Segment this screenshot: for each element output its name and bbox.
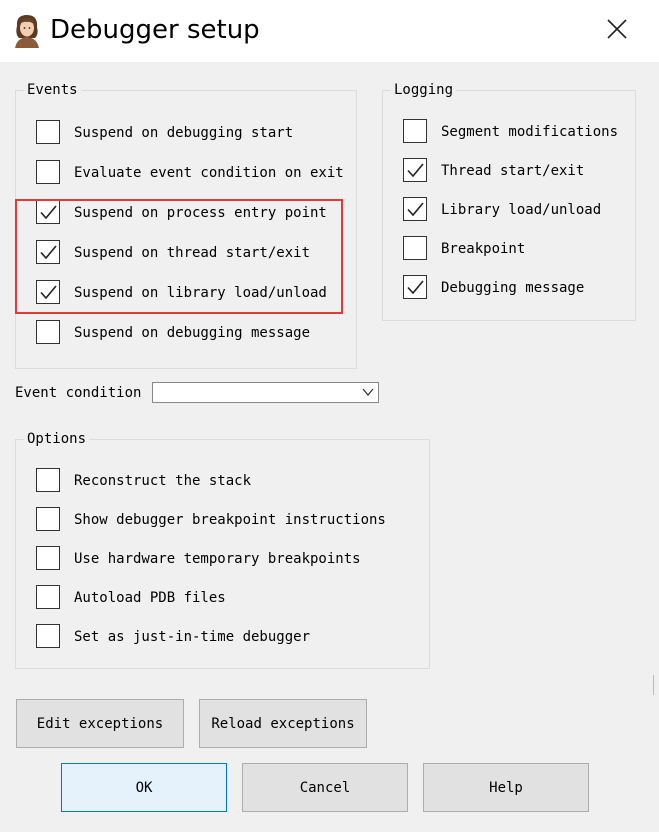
checkbox-label: Evaluate event condition on exit <box>74 165 344 181</box>
checkbox[interactable] <box>403 275 427 299</box>
checkbox-label: Segment modifications <box>441 124 619 140</box>
checkbox[interactable] <box>36 585 60 609</box>
event-suspend-debugging-message[interactable]: Suspend on debugging message <box>36 320 336 346</box>
event-condition-label: Event condition <box>15 385 142 401</box>
checkmark-icon <box>407 280 424 295</box>
logging-segment-modifications[interactable]: Segment modifications <box>403 119 628 145</box>
logging-debugging-message[interactable]: Debugging message <box>403 275 628 301</box>
checkbox[interactable] <box>36 160 60 184</box>
checkbox-label: Debugging message <box>441 280 585 296</box>
highlight-box <box>15 199 343 314</box>
checkmark-icon <box>407 163 424 178</box>
option-jit-debugger[interactable]: Set as just-in-time debugger <box>36 624 416 650</box>
edit-exceptions-label: Edit exceptions <box>36 716 164 732</box>
events-legend: Events <box>24 81 81 99</box>
logging-breakpoint[interactable]: Breakpoint <box>403 236 628 262</box>
checkbox-label: Autoload PDB files <box>74 590 226 606</box>
event-suspend-debugging-start[interactable]: Suspend on debugging start <box>36 120 336 146</box>
checkbox[interactable] <box>403 158 427 182</box>
ok-button[interactable]: OK <box>61 763 227 812</box>
logging-library-load-unload[interactable]: Library load/unload <box>403 197 628 223</box>
checkbox-label: Reconstruct the stack <box>74 473 252 489</box>
checkbox[interactable] <box>36 507 60 531</box>
checkbox[interactable] <box>36 320 60 344</box>
help-button[interactable]: Help <box>423 763 589 812</box>
options-legend: Options <box>24 430 90 448</box>
checkbox[interactable] <box>36 468 60 492</box>
checkbox[interactable] <box>36 624 60 648</box>
window-edge <box>653 675 659 695</box>
checkbox[interactable] <box>36 120 60 144</box>
edit-exceptions-button[interactable]: Edit exceptions <box>16 699 184 748</box>
checkbox-label: Suspend on debugging message <box>74 325 311 341</box>
checkbox[interactable] <box>403 197 427 221</box>
checkbox[interactable] <box>403 119 427 143</box>
event-evaluate-condition-on-exit[interactable]: Evaluate event condition on exit <box>36 160 344 186</box>
checkbox-label: Library load/unload <box>441 202 602 218</box>
checkbox-label: Breakpoint <box>441 241 526 257</box>
event-condition-select[interactable] <box>152 382 379 403</box>
reload-exceptions-label: Reload exceptions <box>211 716 355 732</box>
chevron-down-icon <box>362 388 374 397</box>
checkmark-icon <box>407 202 424 217</box>
option-show-breakpoint-instructions[interactable]: Show debugger breakpoint instructions <box>36 507 416 533</box>
checkbox[interactable] <box>36 546 60 570</box>
checkbox-label: Thread start/exit <box>441 163 585 179</box>
checkbox[interactable] <box>403 236 427 260</box>
cancel-button[interactable]: Cancel <box>242 763 408 812</box>
title-bar: Debugger setup <box>0 0 659 62</box>
checkbox-label: Suspend on debugging start <box>74 125 294 141</box>
option-autoload-pdb[interactable]: Autoload PDB files <box>36 585 416 611</box>
app-portrait-icon <box>10 12 44 48</box>
checkbox-label: Show debugger breakpoint instructions <box>74 512 386 528</box>
dialog-title: Debugger setup <box>50 15 260 45</box>
reload-exceptions-button[interactable]: Reload exceptions <box>199 699 367 748</box>
logging-thread-start-exit[interactable]: Thread start/exit <box>403 158 628 184</box>
checkbox-label: Use hardware temporary breakpoints <box>74 551 361 567</box>
option-reconstruct-stack[interactable]: Reconstruct the stack <box>36 468 416 494</box>
option-hardware-temporary-breakpoints[interactable]: Use hardware temporary breakpoints <box>36 546 416 572</box>
cancel-label: Cancel <box>299 780 351 796</box>
help-label: Help <box>489 780 523 796</box>
ok-label: OK <box>135 780 153 796</box>
logging-legend: Logging <box>391 81 457 99</box>
close-icon[interactable] <box>598 12 636 48</box>
checkbox-label: Set as just-in-time debugger <box>74 629 311 645</box>
